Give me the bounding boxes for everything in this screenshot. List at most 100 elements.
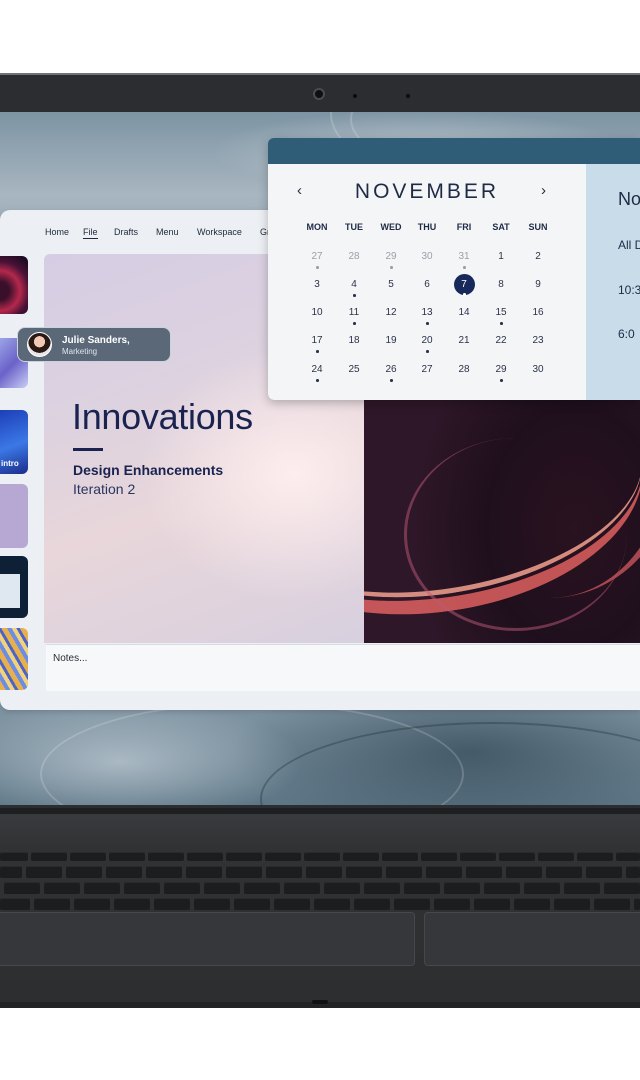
calendar-day[interactable]: 25 <box>336 362 372 384</box>
calendar-day[interactable]: 30 <box>409 249 445 271</box>
keyboard-key[interactable] <box>524 882 560 894</box>
keyboard-key[interactable] <box>266 866 302 878</box>
notes-field[interactable]: Notes... <box>46 644 640 691</box>
keyboard-key[interactable] <box>194 898 230 910</box>
calendar-day[interactable]: 27 <box>299 249 335 271</box>
slide-thumbnail[interactable] <box>0 484 28 548</box>
keyboard-key[interactable] <box>499 852 535 861</box>
keyboard-key[interactable] <box>474 898 510 910</box>
keyboard-key[interactable] <box>634 898 640 910</box>
keyboard-key[interactable] <box>26 866 62 878</box>
keyboard-key[interactable] <box>244 882 280 894</box>
calendar-day[interactable]: 13 <box>409 305 445 327</box>
calendar-day[interactable]: 8 <box>483 277 519 299</box>
keyboard-key[interactable] <box>265 852 301 861</box>
calendar-day[interactable]: 28 <box>446 362 482 384</box>
keyboard-key[interactable] <box>594 898 630 910</box>
keyboard-key[interactable] <box>34 898 70 910</box>
keyboard-key[interactable] <box>226 866 262 878</box>
keyboard-key[interactable] <box>616 852 640 861</box>
keyboard-key[interactable] <box>604 882 640 894</box>
keyboard-key[interactable] <box>4 882 40 894</box>
keyboard-key[interactable] <box>31 852 67 861</box>
calendar-day[interactable]: 4 <box>336 277 372 299</box>
calendar-day[interactable]: 2 <box>520 249 556 271</box>
keyboard-key[interactable] <box>109 852 145 861</box>
slide-thumbnail[interactable] <box>0 256 28 314</box>
keyboard-key[interactable] <box>343 852 379 861</box>
calendar-day[interactable]: 11 <box>336 305 372 327</box>
calendar-day-selected[interactable]: 7 <box>446 274 482 299</box>
calendar-day[interactable]: 15 <box>483 305 519 327</box>
calendar-day[interactable]: 16 <box>520 305 556 327</box>
keyboard-key[interactable] <box>186 866 222 878</box>
keyboard-key[interactable] <box>546 866 582 878</box>
keyboard-key[interactable] <box>324 882 360 894</box>
keyboard-key[interactable] <box>354 898 390 910</box>
keyboard-key[interactable] <box>434 898 470 910</box>
keyboard-key[interactable] <box>106 866 142 878</box>
nav-workspace[interactable]: Workspace <box>197 227 242 237</box>
calendar-day[interactable]: 12 <box>373 305 409 327</box>
keyboard-key[interactable] <box>564 882 600 894</box>
keyboard-key[interactable] <box>66 866 102 878</box>
keyboard-key[interactable] <box>148 852 184 861</box>
keyboard-key[interactable] <box>274 898 310 910</box>
slide-thumbnail[interactable]: intro <box>0 410 28 474</box>
keyboard-key[interactable] <box>114 898 150 910</box>
keyboard-key[interactable] <box>382 852 418 861</box>
keyboard-key[interactable] <box>466 866 502 878</box>
calendar-day[interactable]: 29 <box>373 249 409 271</box>
slide-thumbnail[interactable] <box>0 556 28 618</box>
keyboard-key[interactable] <box>460 852 496 861</box>
keyboard-key[interactable] <box>484 882 520 894</box>
calendar-day[interactable]: 18 <box>336 333 372 355</box>
calendar-day[interactable]: 30 <box>520 362 556 384</box>
touchpad[interactable] <box>0 912 415 966</box>
keyboard-key[interactable] <box>444 882 480 894</box>
calendar-day[interactable]: 10 <box>299 305 335 327</box>
calendar-day[interactable]: 20 <box>409 333 445 355</box>
keyboard-key[interactable] <box>204 882 240 894</box>
keyboard-key[interactable] <box>0 898 30 910</box>
keyboard-key[interactable] <box>554 898 590 910</box>
keyboard-key[interactable] <box>0 866 22 878</box>
nav-file[interactable]: File <box>83 227 98 239</box>
calendar-day[interactable]: 17 <box>299 333 335 355</box>
calendar-day[interactable]: 1 <box>483 249 519 271</box>
keyboard-key[interactable] <box>226 852 262 861</box>
nav-drafts[interactable]: Drafts <box>114 227 138 237</box>
calendar-day[interactable]: 23 <box>520 333 556 355</box>
keyboard-key[interactable] <box>538 852 574 861</box>
keyboard-key[interactable] <box>314 898 350 910</box>
calendar-day[interactable]: 3 <box>299 277 335 299</box>
calendar-day[interactable]: 21 <box>446 333 482 355</box>
calendar-day[interactable]: 14 <box>446 305 482 327</box>
calendar-day[interactable]: 29 <box>483 362 519 384</box>
slide-thumbnail[interactable] <box>0 628 28 690</box>
keyboard-key[interactable] <box>346 866 382 878</box>
keyboard-key[interactable] <box>364 882 400 894</box>
calendar-day[interactable]: 19 <box>373 333 409 355</box>
nav-menu[interactable]: Menu <box>156 227 179 237</box>
keyboard-key[interactable] <box>84 882 120 894</box>
calendar-day[interactable]: 27 <box>409 362 445 384</box>
keyboard-key[interactable] <box>421 852 457 861</box>
calendar-day[interactable]: 22 <box>483 333 519 355</box>
calendar-day[interactable]: 26 <box>373 362 409 384</box>
keyboard-key[interactable] <box>506 866 542 878</box>
keyboard-key[interactable] <box>74 898 110 910</box>
keyboard-key[interactable] <box>154 898 190 910</box>
keyboard-key[interactable] <box>284 882 320 894</box>
keyboard-key[interactable] <box>404 882 440 894</box>
chevron-right-icon[interactable]: › <box>541 182 546 199</box>
keyboard-key[interactable] <box>70 852 106 861</box>
keyboard-key[interactable] <box>514 898 550 910</box>
calendar-day[interactable]: 6 <box>409 277 445 299</box>
calendar-day[interactable]: 5 <box>373 277 409 299</box>
calendar-day[interactable]: 24 <box>299 362 335 384</box>
calendar-day[interactable]: 31 <box>446 249 482 271</box>
collaborator-chip[interactable]: Julie Sanders, Marketing <box>17 327 171 362</box>
keyboard-key[interactable] <box>626 866 640 878</box>
keyboard-key[interactable] <box>577 852 613 861</box>
